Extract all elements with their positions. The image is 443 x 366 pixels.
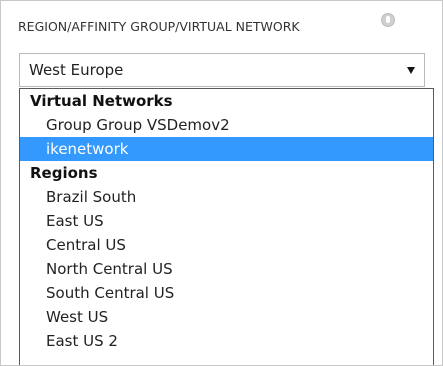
select-value: West Europe bbox=[29, 61, 124, 79]
option-east-us-2[interactable]: East US 2 bbox=[20, 329, 433, 353]
option-west-us[interactable]: West US bbox=[20, 305, 433, 329]
option-brazil-south[interactable]: Brazil South bbox=[20, 185, 433, 209]
option-ikenetwork[interactable]: ikenetwork bbox=[20, 137, 433, 161]
group-label-regions: Regions bbox=[30, 164, 98, 182]
option-east-us[interactable]: East US bbox=[20, 209, 433, 233]
field-label: REGION/AFFINITY GROUP/VIRTUAL NETWORK bbox=[18, 19, 300, 34]
option-group-group-vsdemov2[interactable]: Group Group VSDemov2 bbox=[20, 113, 433, 137]
option-central-us[interactable]: Central US bbox=[20, 233, 433, 257]
dropdown-list[interactable]: Virtual Networks Group Group VSDemov2 ik… bbox=[19, 88, 434, 365]
dropdown-arrow-icon[interactable] bbox=[407, 67, 415, 74]
option-south-central-us[interactable]: South Central US bbox=[20, 281, 433, 305]
region-select[interactable]: West Europe bbox=[19, 53, 425, 87]
help-icon[interactable] bbox=[381, 13, 395, 27]
option-north-central-us[interactable]: North Central US bbox=[20, 257, 433, 281]
dialog-panel: REGION/AFFINITY GROUP/VIRTUAL NETWORK We… bbox=[0, 0, 443, 366]
group-label-virtual-networks: Virtual Networks bbox=[30, 92, 173, 110]
